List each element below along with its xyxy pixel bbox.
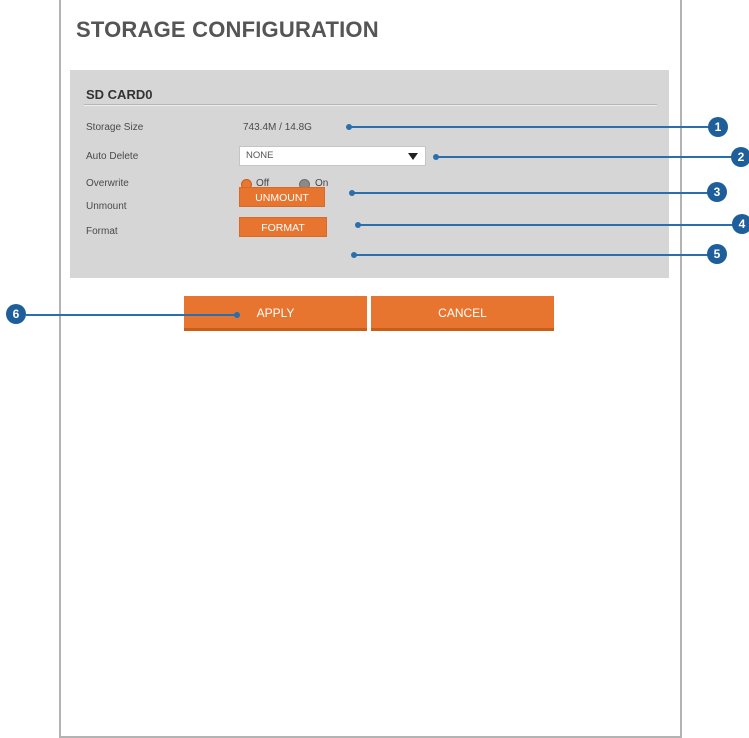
callout-line-5 (354, 254, 711, 256)
callout-badge-3: 3 (707, 182, 727, 202)
section-divider (84, 104, 657, 106)
callout-line-6 (26, 314, 237, 316)
callout-line-1 (349, 126, 711, 128)
callout-line-2 (436, 156, 734, 158)
callout-line-4 (358, 224, 735, 226)
cancel-button[interactable]: CANCEL (371, 296, 554, 331)
callout-badge-6: 6 (6, 304, 26, 324)
auto-delete-label: Auto Delete (86, 151, 139, 162)
page-title: STORAGE CONFIGURATION (76, 17, 379, 42)
overwrite-label: Overwrite (86, 178, 129, 189)
callout-badge-5: 5 (707, 244, 727, 264)
chevron-down-icon (408, 153, 418, 160)
callout-dot-6 (234, 312, 240, 318)
sd-card-panel (70, 70, 669, 278)
unmount-label: Unmount (86, 201, 127, 212)
storage-size-label: Storage Size (86, 122, 144, 133)
callout-line-3 (352, 192, 710, 194)
callout-badge-2: 2 (731, 147, 749, 167)
storage-size-value: 743.4M / 14.8G (243, 122, 312, 133)
callout-badge-4: 4 (732, 214, 749, 234)
callout-badge-1: 1 (708, 117, 728, 137)
format-button[interactable]: FORMAT (239, 217, 327, 237)
unmount-button[interactable]: UNMOUNT (239, 187, 325, 207)
auto-delete-select[interactable]: NONE (239, 146, 426, 166)
format-label: Format (86, 226, 118, 237)
auto-delete-value: NONE (246, 150, 274, 161)
section-title: SD CARD0 (86, 87, 153, 102)
